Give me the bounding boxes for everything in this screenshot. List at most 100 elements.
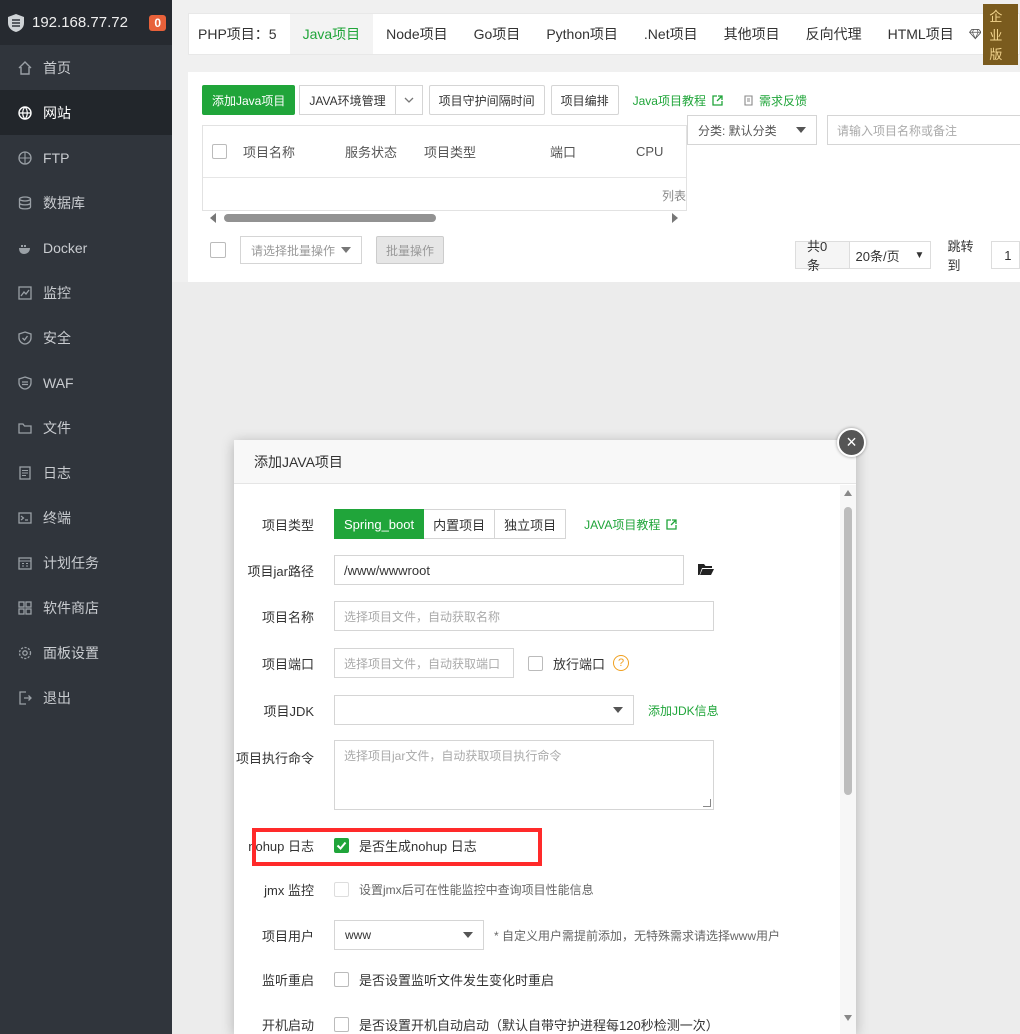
select-all-checkbox[interactable] — [212, 144, 227, 159]
category-select[interactable]: 分类: 默认分类 — [687, 115, 817, 145]
bulk-action-placeholder: 请选择批量操作 — [251, 243, 336, 258]
sidebar-item-9[interactable]: 日志 — [0, 450, 172, 495]
col-cpu: CPU — [636, 144, 664, 159]
bulk-select-checkbox[interactable] — [210, 242, 226, 258]
scroll-down-icon[interactable] — [844, 1015, 852, 1021]
project-port-input[interactable]: 选择项目文件，自动获取端口 — [334, 648, 514, 678]
close-icon[interactable]: × — [837, 428, 866, 457]
sidebar-item-13[interactable]: 面板设置 — [0, 630, 172, 675]
sidebar-item-3[interactable]: 数据库 — [0, 180, 172, 225]
auto-start-checkbox[interactable] — [334, 1017, 349, 1032]
tab-other[interactable]: 其他项目 — [711, 14, 793, 54]
per-page-select[interactable]: 20条/页 ▼ — [849, 241, 932, 269]
jar-path-input[interactable]: /www/wwwroot — [334, 555, 684, 585]
row-jmx: jmx 监控 设置jmx后可在性能监控中查询项目性能信息 — [234, 880, 594, 899]
project-jdk-label: 项目JDK — [263, 703, 314, 719]
row-project-type: 项目类型 Spring_boot 内置项目 独立项目 JAVA项目教程 — [234, 509, 678, 539]
nohup-log-checkbox[interactable] — [334, 838, 349, 853]
bulk-action-select[interactable]: 请选择批量操作 — [240, 236, 362, 264]
help-icon[interactable]: ? — [613, 655, 630, 671]
jar-path-label: 项目jar路径 — [247, 563, 314, 579]
type-standalone[interactable]: 独立项目 — [495, 509, 567, 539]
tab-html[interactable]: HTML项目 — [875, 14, 967, 54]
project-user-select[interactable]: www — [334, 920, 484, 950]
add-java-project-button[interactable]: 添加Java项目 — [202, 85, 296, 115]
home-icon — [18, 60, 32, 75]
sidebar-item-6[interactable]: 安全 — [0, 315, 172, 360]
scroll-up-icon[interactable] — [844, 490, 852, 496]
tab-php[interactable]: PHP项目：5 — [189, 14, 290, 54]
java-tutorial-label: Java项目教程 — [632, 93, 706, 108]
horizontal-scrollbar[interactable] — [202, 212, 687, 224]
jmx-checkbox[interactable] — [334, 882, 349, 897]
row-project-port: 项目端口 选择项目文件，自动获取端口 放行端口 ? — [234, 648, 630, 678]
feedback-link[interactable]: 需求反馈 — [743, 92, 807, 109]
resize-handle-icon[interactable] — [703, 799, 711, 807]
waf-shield-icon — [18, 375, 32, 390]
guard-interval-button[interactable]: 项目守护间隔时间 — [428, 85, 545, 115]
sidebar-item-1[interactable]: 网站 — [0, 90, 172, 135]
col-name: 项目名称 — [243, 145, 296, 160]
page-input[interactable]: 1 — [991, 241, 1020, 269]
col-type: 项目类型 — [424, 145, 477, 160]
dialog-scrollbar[interactable] — [840, 485, 856, 1034]
jump-label: 跳转到 — [947, 239, 974, 273]
tab-net[interactable]: .Net项目 — [631, 14, 711, 54]
sidebar-item-5[interactable]: 监控 — [0, 270, 172, 315]
type-builtin[interactable]: 内置项目 — [424, 509, 496, 539]
listen-restart-checkbox[interactable] — [334, 972, 349, 987]
dialog-scrollbar-thumb[interactable] — [844, 507, 852, 795]
table-empty-row: 列表 — [203, 178, 686, 210]
scrollbar-thumb[interactable] — [224, 214, 436, 222]
row-nohup-log: nohup 日志 是否生成nohup 日志 — [234, 836, 477, 855]
database-icon — [18, 195, 32, 210]
notification-badge[interactable]: 0 — [149, 14, 166, 31]
java-project-tutorial-link[interactable]: JAVA项目教程 — [584, 516, 678, 533]
jdk-select[interactable] — [334, 695, 634, 725]
sidebar-item-11[interactable]: 计划任务 — [0, 540, 172, 585]
tab-proxy[interactable]: 反向代理 — [793, 14, 875, 54]
enterprise-label: 企业版 — [983, 3, 1018, 65]
project-tabs: PHP项目：5 Java项目 Node项目 Go项目 Python项目 .Net… — [188, 3, 1020, 65]
tab-node[interactable]: Node项目 — [373, 14, 460, 54]
sidebar-item-10[interactable]: 终端 — [0, 495, 172, 540]
folder-open-icon[interactable] — [698, 562, 714, 579]
exec-command-textarea[interactable]: 选择项目jar文件，自动获取项目执行命令 — [334, 740, 714, 810]
tab-go[interactable]: Go项目 — [461, 14, 534, 54]
row-project-jdk: 项目JDK 添加JDK信息 — [234, 695, 719, 725]
scroll-left-icon[interactable] — [210, 213, 216, 223]
search-input[interactable]: 请输入项目名称或备注 — [827, 115, 1020, 145]
enterprise-tab[interactable]: 企业版 8 — [968, 3, 1020, 65]
feedback-icon — [744, 94, 753, 106]
java-tutorial-link[interactable]: Java项目教程 — [633, 92, 723, 109]
project-arrange-button[interactable]: 项目编排 — [550, 85, 619, 115]
bulk-action-button[interactable]: 批量操作 — [376, 236, 445, 264]
sidebar-item-12[interactable]: 软件商店 — [0, 585, 172, 630]
total-count: 共0条 — [795, 239, 850, 273]
tab-java[interactable]: Java项目 — [289, 14, 374, 54]
sidebar-item-0[interactable]: 首页 — [0, 45, 172, 90]
sidebar-item-7[interactable]: WAF — [0, 360, 172, 405]
empty-text: 列表 — [661, 189, 686, 203]
tab-python[interactable]: Python项目 — [533, 14, 631, 54]
sidebar-item-label: 数据库 — [43, 194, 85, 211]
main-panel: 添加Java项目 JAVA环境管理 项目守护间隔时间 项目编排 Java项目教程… — [188, 72, 1020, 282]
sidebar-item-14[interactable]: 退出 — [0, 675, 172, 720]
project-name-input[interactable]: 选择项目文件，自动获取名称 — [334, 601, 714, 631]
exec-command-label: 项目执行命令 — [235, 751, 314, 766]
java-env-dropdown-button[interactable] — [395, 85, 423, 115]
java-env-button[interactable]: JAVA环境管理 — [299, 85, 396, 115]
add-jdk-link[interactable]: 添加JDK信息 — [648, 702, 719, 719]
logout-icon — [18, 690, 32, 705]
server-ip: 192.168.77.72 — [32, 14, 128, 31]
sidebar-item-label: 计划任务 — [43, 554, 99, 571]
scroll-right-icon[interactable] — [672, 213, 678, 223]
grid-icon — [18, 600, 32, 615]
open-port-checkbox[interactable] — [528, 655, 543, 671]
sidebar-item-label: 软件商店 — [43, 599, 99, 616]
sidebar-item-8[interactable]: 文件 — [0, 405, 172, 450]
sidebar-item-4[interactable]: Docker — [0, 225, 172, 270]
sidebar-item-2[interactable]: FTP — [0, 135, 172, 180]
type-spring-boot[interactable]: Spring_boot — [334, 509, 425, 539]
project-type-group: Spring_boot 内置项目 独立项目 — [334, 509, 567, 539]
